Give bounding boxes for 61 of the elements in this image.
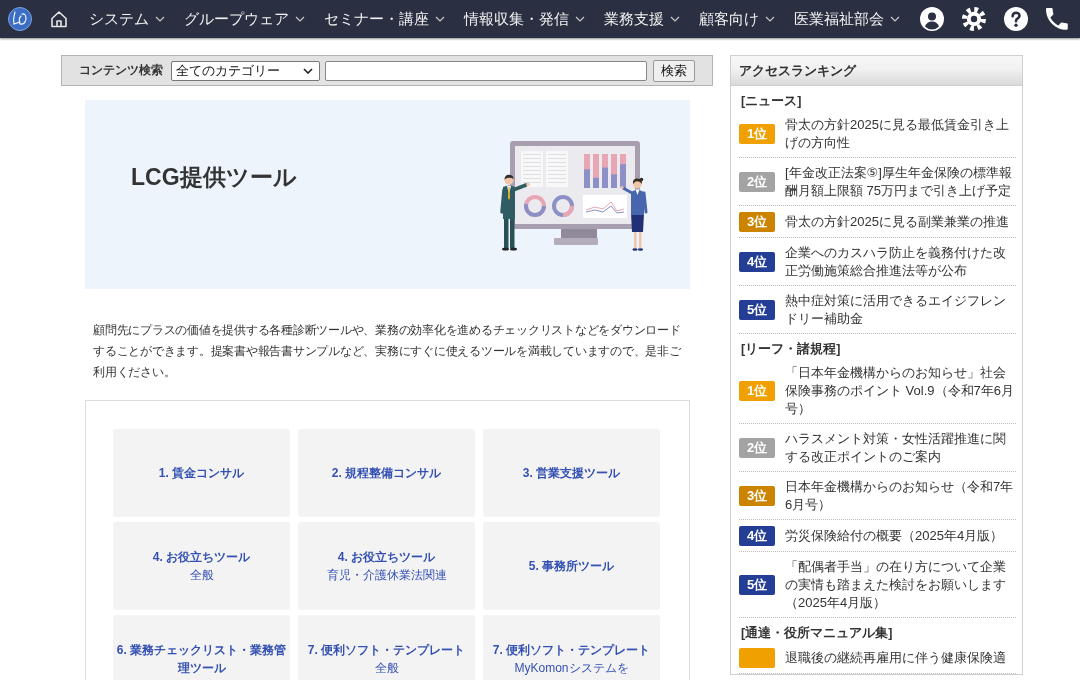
tool-tile[interactable]: 4. お役立ちツール 全般: [113, 522, 290, 610]
nav-menu-item[interactable]: 業務支援: [604, 9, 680, 29]
tool-tile[interactable]: 3. 営業支援ツール: [483, 429, 660, 517]
chevron-down-icon: [890, 16, 900, 22]
ranking-header: アクセスランキング: [731, 56, 1022, 86]
rank-badge: 5位: [739, 300, 775, 320]
account-icon[interactable]: [920, 7, 944, 31]
nav-menu-item[interactable]: システム: [89, 9, 165, 29]
tool-tile[interactable]: 2. 規程整備コンサル: [298, 429, 475, 517]
nav-menu-item[interactable]: グループウェア: [184, 9, 305, 29]
chevron-down-icon: [575, 16, 585, 22]
ranking-section-heading: [リーフ・諸規程]: [741, 341, 842, 358]
rank-badge: 2位: [739, 172, 775, 192]
rank-badge: 5位: [739, 575, 775, 595]
settings-icon[interactable]: [962, 7, 986, 31]
ranking-link[interactable]: 日本年金機構からのお知らせ（令和7年6月号）: [785, 478, 1016, 514]
ranking-section-heading: [ニュース]: [741, 93, 803, 110]
rank-badge: 3位: [739, 212, 775, 232]
chevron-down-icon: [295, 16, 305, 22]
tool-tile[interactable]: 7. 便利ソフト・テンプレート MyKomonシステムを: [483, 615, 660, 680]
rank-badge: 4位: [739, 526, 775, 546]
ranking-link[interactable]: 退職後の継続再雇用に伴う健康保険適: [785, 649, 1006, 667]
ranking-link[interactable]: 骨太の方針2025に見る副業兼業の推進: [785, 213, 1009, 231]
rank-badge: 1位: [739, 381, 775, 401]
tool-tile[interactable]: 6. 業務チェックリスト・業務管理ツール: [113, 615, 290, 680]
tool-tile[interactable]: 7. 便利ソフト・テンプレート 全般: [298, 615, 475, 680]
ranking-section-heading: [通達・役所マニュアル集]: [741, 625, 894, 642]
nav-menu-item[interactable]: 情報収集・発信: [464, 9, 585, 29]
tool-tile[interactable]: 4. お役立ちツール 育児・介護休業法関連: [298, 522, 475, 610]
search-button[interactable]: 検索: [653, 59, 695, 82]
rank-badge: 2位: [739, 438, 775, 458]
ranking-link[interactable]: 労災保険給付の概要（2025年4月版）: [785, 527, 1004, 545]
phone-icon[interactable]: [1046, 8, 1068, 30]
rank-badge: 4位: [739, 252, 775, 272]
description-text: 顧問先にプラスの価値を提供する各種診断ツールや、業務の効率化を進めるチェックリストなどをダウンロードすることができます。提案書や報告書サンプルなど、実務にすぐに使えるツールを満載していますので、是非ご利用ください。: [93, 323, 682, 380]
tool-tile[interactable]: 5. 事務所ツール: [483, 522, 660, 610]
chevron-down-icon: [303, 67, 313, 74]
chevron-down-icon: [435, 16, 445, 22]
nav-menu-item[interactable]: 顧客向け: [699, 9, 775, 29]
rank-badge: 3位: [739, 486, 775, 506]
search-label: コンテンツ検索: [79, 62, 164, 79]
chevron-down-icon: [765, 16, 775, 22]
ranking-link[interactable]: 企業へのカスハラ防止を義務付けた改正労働施策総合推進法等が公布: [785, 244, 1016, 280]
hero-title: LCG提供ツール: [131, 163, 297, 192]
chevron-down-icon: [155, 16, 165, 22]
nav-menu-item[interactable]: 医業福祉部会: [794, 9, 900, 29]
category-select[interactable]: 全てのカテゴリー: [171, 60, 320, 81]
logo-icon[interactable]: [8, 7, 32, 31]
ranking-link[interactable]: [年金改正法案⑤]厚生年金保険の標準報酬月額上限額 75万円まで引き上げ予定: [785, 164, 1016, 200]
search-input[interactable]: [325, 60, 647, 81]
chevron-down-icon: [670, 16, 680, 22]
rank-badge: 1位: [739, 124, 775, 144]
ranking-link[interactable]: 骨太の方針2025に見る最低賃金引き上げの方向性: [785, 116, 1016, 152]
nav-menu-item[interactable]: セミナー・講座: [324, 9, 445, 29]
help-icon[interactable]: [1004, 7, 1028, 31]
ranking-link[interactable]: ハラスメント対策・女性活躍推進に関する改正ポイントのご案内: [785, 430, 1016, 466]
home-icon[interactable]: [50, 10, 68, 28]
tool-tile[interactable]: 1. 賃金コンサル: [113, 429, 290, 517]
ranking-link[interactable]: 「日本年金機構からのお知らせ」社会保険事務のポイント Vol.9（令和7年6月号）: [785, 364, 1016, 418]
ranking-link[interactable]: 熱中症対策に活用できるエイジフレンドリー補助金: [785, 292, 1016, 328]
ranking-link[interactable]: 「配偶者手当」の在り方について企業の実情も踏まえた検討をお願いします（2025年4月版）: [785, 558, 1016, 612]
